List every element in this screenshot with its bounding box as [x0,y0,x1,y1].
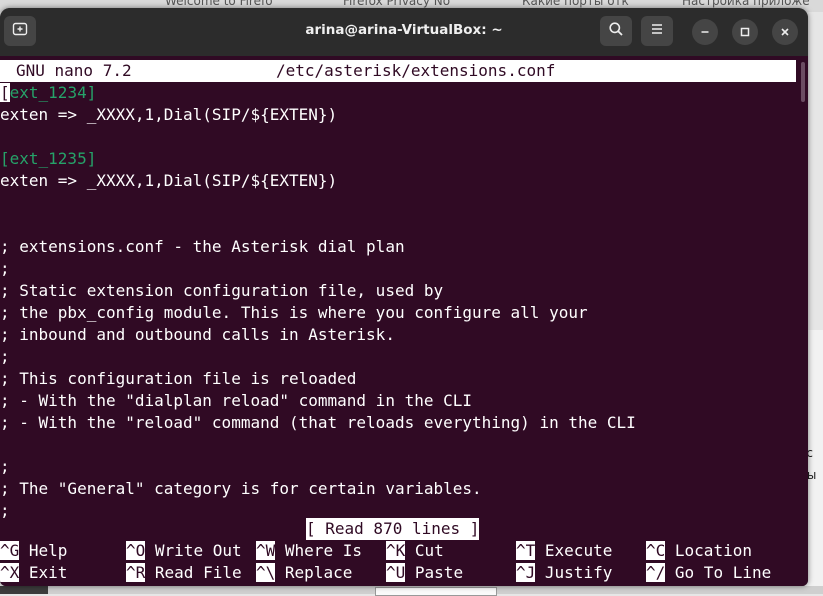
nano-status-message: [ Read 870 lines ] [306,518,480,540]
shortcut-help[interactable]: ^G Help [0,540,67,562]
section-header-line: [ext_1235] [0,148,96,170]
editor-line: ; the pbx_config module. This is where y… [0,303,588,322]
shortcut-label: Where Is [284,541,362,560]
shortcut-key: ^/ [646,563,666,582]
shortcut-label: Go To Line [674,563,772,582]
shortcut-replace[interactable]: ^\ Replace [256,562,352,584]
editor-line: ; The "General" category is for certain … [0,479,482,498]
shortcut-label: Write Out [154,541,242,560]
terminal-window: arina@arina-VirtualBox: ~ GNU nano 7.2 /… [0,8,808,586]
editor-line: ; This configuration file is reloaded [0,369,357,388]
editor-line: exten => _XXXX,1,Dial(SIP/${EXTEN}) [0,105,338,124]
minimize-icon [699,23,711,42]
shortcut-key: ^W [256,541,276,560]
editor-line: ; [0,501,10,520]
maximize-button[interactable] [732,19,758,45]
nano-header-bar: GNU nano 7.2 /etc/asterisk/extensions.co… [0,60,796,82]
shortcut-key: ^R [126,563,146,582]
close-button[interactable] [772,19,798,45]
shortcut-key: ^O [126,541,146,560]
editor-line: ; [0,259,10,278]
shortcut-key: ^U [386,563,406,582]
text-cursor: [ [0,83,10,102]
shortcut-exit[interactable]: ^X Exit [0,562,67,584]
close-icon [779,23,791,42]
bg-tab-3: Какие порты отк [522,0,629,8]
bg-thumbnail [375,587,497,596]
shortcut-read-file[interactable]: ^R Read File [126,562,242,584]
menu-button[interactable] [641,16,673,46]
shortcut-where-is[interactable]: ^W Where Is [256,540,362,562]
terminal-content[interactable]: GNU nano 7.2 /etc/asterisk/extensions.co… [0,56,798,586]
editor-line: ; Static extension configuration file, u… [0,281,444,300]
shortcut-go-to-line[interactable]: ^/ Go To Line [646,562,771,584]
dock-edge [0,586,48,594]
shortcut-label: Exit [28,563,68,582]
section-name: ext_1234] [9,83,97,102]
shortcut-key: ^T [516,541,536,560]
shortcut-write-out[interactable]: ^O Write Out [126,540,242,562]
background-taskbar [0,586,823,596]
scrollbar-thumb[interactable] [801,62,805,102]
shortcut-key: ^G [0,541,20,560]
window-title: arina@arina-VirtualBox: ~ [305,22,503,38]
terminal-scrollbar[interactable] [798,56,808,586]
shortcut-key: ^K [386,541,406,560]
shortcut-label: Paste [414,563,464,582]
section-header-line: [ext_1234] [0,82,96,104]
editor-line: ; extensions.conf - the Asterisk dial pl… [0,237,405,256]
shortcut-label: Justify [544,563,613,582]
hamburger-menu-icon [649,21,665,41]
section-name: [ext_1235] [0,149,97,168]
nano-version: GNU nano 7.2 [16,61,132,80]
maximize-icon [739,23,751,42]
editor-line: ; - With the "reload" command (that relo… [0,413,636,432]
editor-line: ; inbound and outbound calls in Asterisk… [0,325,395,344]
shortcut-key: ^C [646,541,666,560]
shortcut-execute[interactable]: ^T Execute [516,540,612,562]
bg-tab-2: Firefox Privacy No [343,0,451,8]
minimize-button[interactable] [692,19,718,45]
search-button[interactable] [600,16,632,46]
shortcut-cut[interactable]: ^K Cut [386,540,444,562]
shortcut-key: ^X [0,563,20,582]
shortcut-label: Execute [544,541,613,560]
editor-line: ; - With the "dialplan reload" command i… [0,391,473,410]
shortcut-label: Location [674,541,752,560]
nano-filename: /etc/asterisk/extensions.conf [276,61,556,80]
shortcut-key: ^J [516,563,536,582]
title-bar[interactable]: arina@arina-VirtualBox: ~ [0,8,808,56]
editor-line: exten => _XXXX,1,Dial(SIP/${EXTEN}) [0,171,338,190]
shortcut-justify[interactable]: ^J Justify [516,562,612,584]
editor-line: ; [0,347,10,366]
shortcut-label: Help [28,541,68,560]
bg-tab-1: Welcome to Firefo [165,0,273,8]
shortcut-label: Replace [284,563,353,582]
shortcut-location[interactable]: ^C Location [646,540,752,562]
shortcut-label: Read File [154,563,242,582]
bg-tab-4: Настройка приложе [682,0,810,8]
search-icon [608,21,624,41]
shortcut-key: ^\ [256,563,276,582]
shortcut-label: Cut [414,541,444,560]
shortcut-paste[interactable]: ^U Paste [386,562,463,584]
editor-line: ; [0,457,10,476]
